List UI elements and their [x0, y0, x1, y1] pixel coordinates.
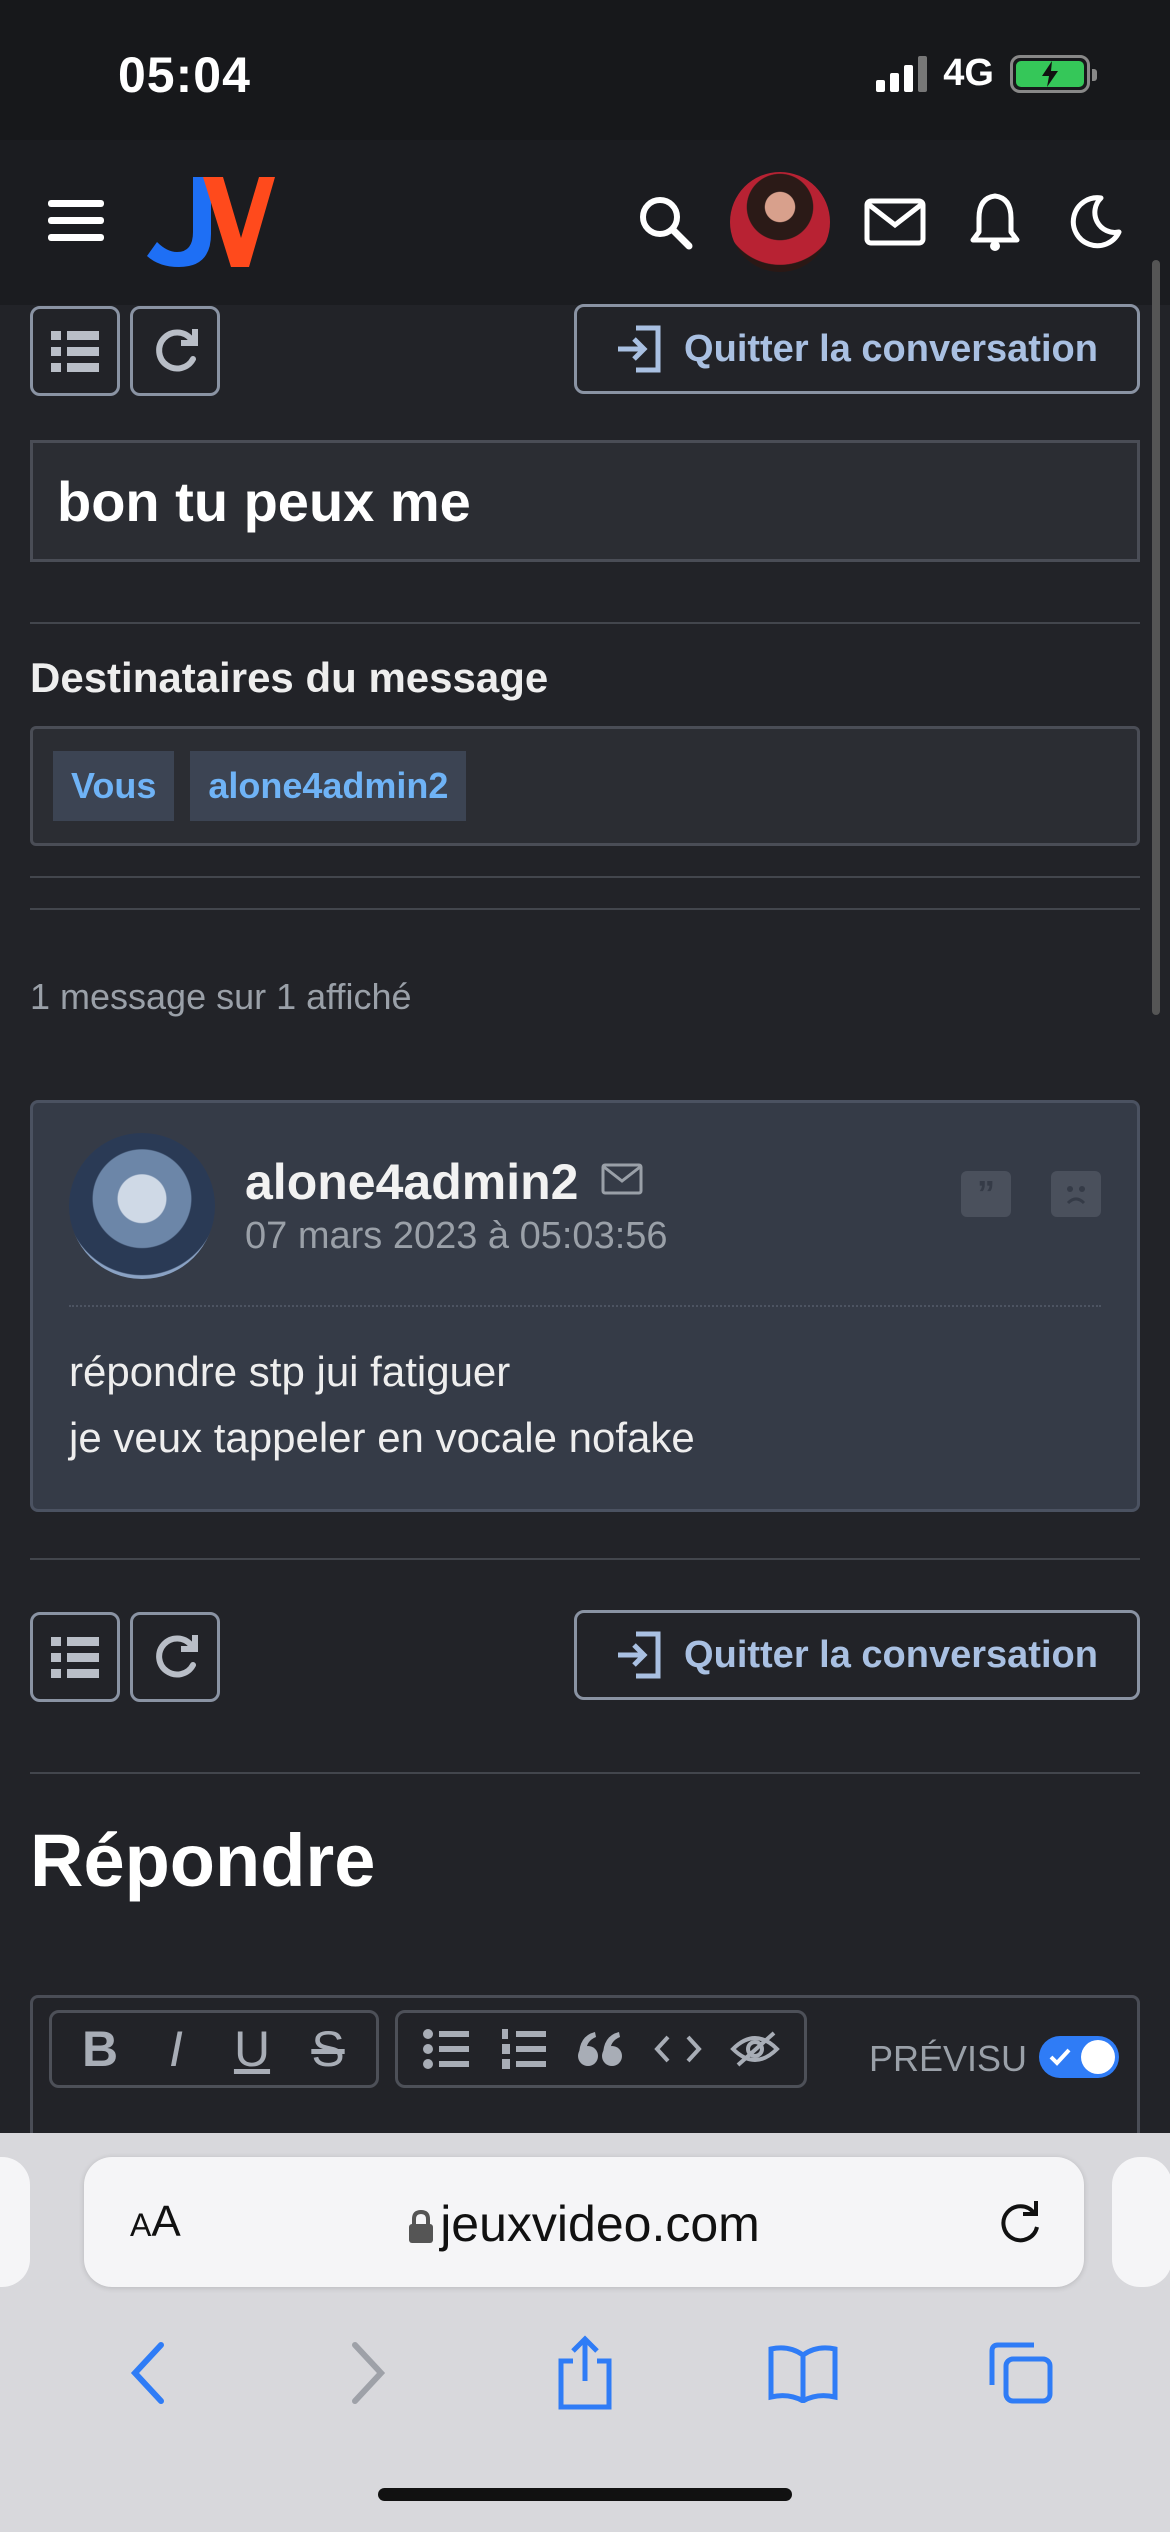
- address-bar[interactable]: AA jeuxvideo.com: [84, 2157, 1084, 2287]
- refresh-icon: [156, 1635, 198, 1678]
- conversation-title: bon tu peux me: [30, 440, 1140, 562]
- back-icon[interactable]: [104, 2333, 194, 2413]
- code-icon[interactable]: [643, 2019, 713, 2079]
- main-content: Quitter la conversation bon tu peux me D…: [30, 300, 1140, 2195]
- bell-icon[interactable]: [960, 187, 1030, 257]
- bottom-actions: Quitter la conversation: [30, 1606, 1140, 1702]
- next-tab-card[interactable]: [1112, 2157, 1170, 2287]
- italic-button[interactable]: I: [141, 2019, 211, 2079]
- quote-icon: ”: [977, 1173, 995, 1214]
- quote-button[interactable]: ”: [961, 1171, 1011, 1217]
- block-group: [395, 2010, 807, 2088]
- underline-button[interactable]: U: [217, 2019, 287, 2079]
- list-icon: [51, 1637, 99, 1678]
- divider: [30, 908, 1140, 910]
- scrollbar[interactable]: [1152, 260, 1160, 1015]
- reload-icon[interactable]: [996, 2197, 1044, 2247]
- strike-button[interactable]: S: [293, 2019, 363, 2079]
- recipient-chip[interactable]: alone4admin2: [190, 751, 467, 821]
- report-button[interactable]: [1051, 1171, 1101, 1217]
- message-line: je veux tappeler en vocale nofake: [69, 1414, 695, 1461]
- message-card: alone4admin2 07 mars 2023 à 05:03:56 ” r…: [30, 1100, 1140, 1512]
- user-avatar[interactable]: [730, 172, 830, 272]
- mail-icon[interactable]: [601, 1163, 643, 1195]
- quote-icon[interactable]: [566, 2019, 636, 2079]
- sad-face-icon: [1066, 1186, 1086, 1205]
- refresh-button[interactable]: [130, 1612, 220, 1702]
- bullet-list-icon[interactable]: [412, 2019, 482, 2079]
- message-divider: [69, 1305, 1101, 1307]
- quit-conversation-button[interactable]: Quitter la conversation: [574, 1610, 1140, 1700]
- top-nav: [0, 140, 1170, 305]
- bold-button[interactable]: B: [65, 2019, 135, 2079]
- url-display[interactable]: jeuxvideo.com: [84, 2195, 1084, 2253]
- recipient-chip[interactable]: Vous: [53, 751, 175, 821]
- divider: [30, 1558, 1140, 1560]
- jv-logo[interactable]: [145, 172, 275, 272]
- previous-tab-card[interactable]: [0, 2157, 30, 2287]
- bookmarks-icon[interactable]: [758, 2333, 848, 2413]
- spoiler-icon[interactable]: [720, 2019, 790, 2079]
- recipients-box: Vous alone4admin2: [30, 726, 1140, 846]
- author-avatar[interactable]: [69, 1133, 215, 1279]
- quit-conversation-button[interactable]: Quitter la conversation: [574, 304, 1140, 394]
- status-bar: 05:04 4G: [0, 0, 1170, 140]
- status-indicators: 4G: [876, 52, 1097, 95]
- lock-icon: [409, 2209, 434, 2243]
- quit-label: Quitter la conversation: [684, 327, 1098, 370]
- message-body: répondre stp jui fatiguer je veux tappel…: [69, 1339, 695, 1471]
- recipients-heading: Destinataires du message: [30, 654, 549, 701]
- reply-heading: Répondre: [30, 1819, 376, 1902]
- signal-icon: [876, 55, 928, 92]
- top-actions: Quitter la conversation: [30, 300, 1140, 396]
- moon-icon[interactable]: [1060, 187, 1130, 257]
- preview-label: PRÉVISU: [868, 2038, 1027, 2079]
- numbered-list-icon[interactable]: [489, 2019, 559, 2079]
- divider: [30, 622, 1140, 624]
- browser-toolbar: AA jeuxvideo.com: [0, 2133, 1170, 2532]
- divider: [30, 876, 1140, 878]
- list-button[interactable]: [30, 306, 120, 396]
- exit-icon: [618, 1631, 661, 1679]
- refresh-icon: [156, 329, 198, 372]
- home-indicator[interactable]: [378, 2488, 792, 2501]
- exit-icon: [618, 325, 661, 373]
- divider: [30, 1772, 1140, 1774]
- mail-icon[interactable]: [860, 187, 930, 257]
- forward-icon[interactable]: [322, 2333, 412, 2413]
- battery-icon: [1010, 54, 1097, 93]
- status-time: 05:04: [118, 47, 251, 103]
- message-line: répondre stp jui fatiguer: [69, 1348, 511, 1395]
- network-label: 4G: [943, 52, 994, 94]
- list-button[interactable]: [30, 1612, 120, 1702]
- message-date: 07 mars 2023 à 05:03:56: [245, 1215, 668, 1257]
- preview-toggle[interactable]: [1039, 2036, 1119, 2078]
- refresh-button[interactable]: [130, 306, 220, 396]
- url-text: jeuxvideo.com: [440, 2196, 760, 2252]
- menu-icon[interactable]: [48, 200, 104, 242]
- message-author[interactable]: alone4admin2: [245, 1153, 578, 1211]
- quit-label: Quitter la conversation: [684, 1633, 1098, 1676]
- search-icon[interactable]: [630, 187, 700, 257]
- tabs-icon[interactable]: [976, 2333, 1066, 2413]
- message-count: 1 message sur 1 affiché: [30, 976, 412, 1017]
- list-icon: [51, 331, 99, 372]
- share-icon[interactable]: [540, 2333, 630, 2413]
- format-group: B I U S: [49, 2010, 379, 2088]
